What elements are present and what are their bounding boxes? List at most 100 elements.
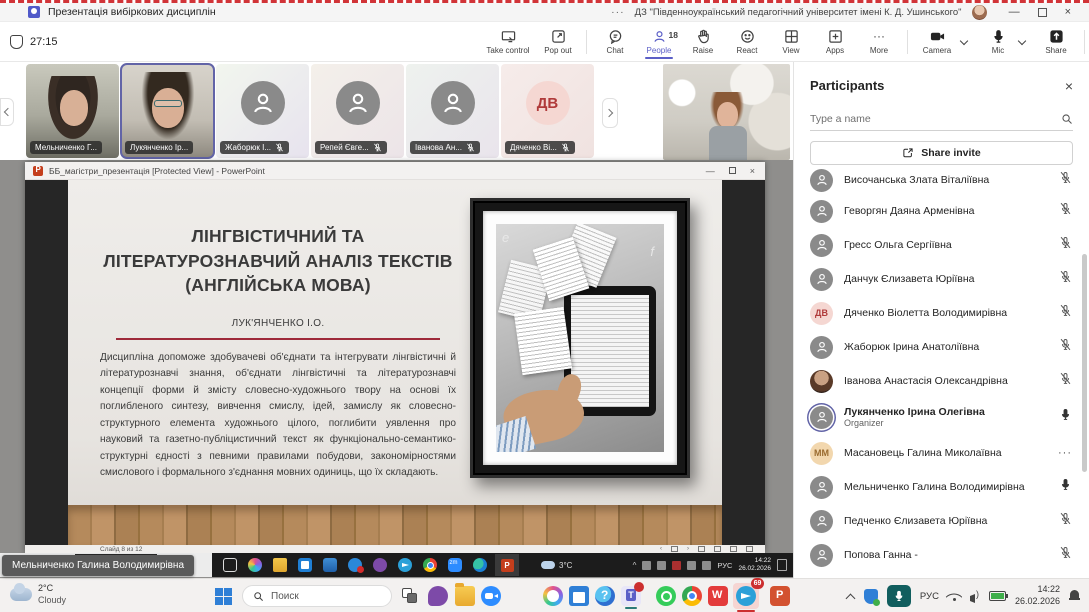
shared-store-icon[interactable] <box>298 558 312 572</box>
people-button[interactable]: People 18 <box>637 29 681 55</box>
video-tile-ivanova[interactable]: Іванова Ан... <box>406 64 499 158</box>
more-button[interactable]: ··· More <box>857 29 901 55</box>
participant-row[interactable]: ДВ Дяченко Віолетта Володимирівна <box>794 296 1089 330</box>
participant-row[interactable]: Мельниченко Галина Володимирівна <box>794 470 1089 504</box>
help-icon[interactable] <box>595 586 615 606</box>
security-shield-icon[interactable] <box>864 589 878 604</box>
participant-search[interactable] <box>810 113 1073 131</box>
next-slide-button[interactable]: › <box>687 546 689 552</box>
weather-widget[interactable]: 2°C Cloudy <box>10 583 66 606</box>
view-button[interactable]: View <box>769 29 813 55</box>
tray-mic-button[interactable] <box>887 585 911 607</box>
taskbar-search[interactable]: Поиск <box>242 585 392 607</box>
slide-sorter-button[interactable] <box>714 546 721 552</box>
mic-muted-icon[interactable] <box>1059 546 1072 564</box>
shared-viber-icon[interactable] <box>373 558 387 572</box>
window-close-button[interactable]: × <box>1065 6 1071 18</box>
mic-button[interactable]: Mic <box>978 29 1018 55</box>
shared-people-icon[interactable] <box>348 558 362 572</box>
participant-row[interactable]: ММ Масановець Галина Миколаївна ··· <box>794 436 1089 470</box>
share-button[interactable]: Share <box>1034 29 1078 55</box>
start-button[interactable] <box>215 588 232 605</box>
mic-muted-icon[interactable] <box>1059 270 1072 288</box>
shared-tray-icon[interactable] <box>657 561 666 570</box>
participant-row[interactable]: Жаборюк Ірина Анатоліївна <box>794 330 1089 364</box>
shared-clock[interactable]: 14:2226.02.2026 <box>738 557 771 573</box>
window-minimize-button[interactable]: — <box>1009 6 1020 18</box>
mic-on-icon[interactable] <box>1059 408 1072 426</box>
video-tile-diachenko[interactable]: ДВ Дяченко Ві... <box>501 64 594 158</box>
wifi-icon[interactable] <box>948 591 961 601</box>
shared-powerpoint-icon[interactable]: P <box>495 554 519 576</box>
chat-button[interactable]: Chat <box>593 29 637 55</box>
store-icon[interactable] <box>569 586 589 606</box>
mic-muted-icon[interactable] <box>1059 202 1072 220</box>
participant-row[interactable]: Височанська Злата Віталіївна <box>794 166 1089 194</box>
react-button[interactable]: React <box>725 29 769 55</box>
mic-muted-icon[interactable] <box>1059 372 1072 390</box>
camera-button[interactable]: Camera <box>914 29 960 55</box>
panel-scrollbar[interactable] <box>1082 254 1087 472</box>
participant-row[interactable]: Геворгян Даяна Арменівна <box>794 194 1089 228</box>
participant-row-organizer[interactable]: Лукянченко Ірина Олегівна Organizer <box>794 398 1089 436</box>
shared-copilot-icon[interactable] <box>248 558 262 572</box>
filmstrip-prev-button[interactable] <box>0 98 14 126</box>
take-control-button[interactable]: Take control <box>480 29 536 55</box>
ppt-minimize-button[interactable]: — <box>706 166 715 176</box>
shared-tray-icon[interactable] <box>702 561 711 570</box>
mic-muted-icon[interactable] <box>1059 304 1072 322</box>
task-view-button[interactable] <box>402 588 418 604</box>
participant-row[interactable]: Попова Ганна - <box>794 538 1089 572</box>
teams-icon[interactable] <box>621 586 641 606</box>
mic-muted-icon[interactable] <box>1059 338 1072 356</box>
ppt-maximize-button[interactable] <box>729 167 736 174</box>
mic-muted-icon[interactable] <box>1059 171 1072 189</box>
shared-tray-chevron[interactable]: ^ <box>633 561 637 570</box>
close-panel-button[interactable]: × <box>1065 79 1073 93</box>
shared-language-indicator[interactable]: РУС <box>717 561 732 570</box>
shared-chrome-icon[interactable] <box>423 558 437 572</box>
participant-row[interactable]: Данчук Єлизавета Юріївна <box>794 262 1089 296</box>
mic-muted-icon[interactable] <box>1059 512 1072 530</box>
reading-view-button[interactable] <box>730 546 737 552</box>
file-explorer-icon[interactable] <box>455 586 475 606</box>
mic-muted-icon[interactable] <box>1059 236 1072 254</box>
camera-options-chevron[interactable] <box>960 37 968 45</box>
video-tile-lukianchenko[interactable]: Лукянченко Ір... <box>121 64 214 158</box>
filmstrip-next-button[interactable] <box>602 98 618 128</box>
chrome-icon[interactable] <box>682 586 702 606</box>
shared-task-view-icon[interactable] <box>223 558 237 572</box>
shared-tray-icon[interactable] <box>672 561 681 570</box>
participant-row[interactable]: Педченко Єлизавета Юріївна <box>794 504 1089 538</box>
account-avatar[interactable] <box>972 5 987 20</box>
participant-row[interactable]: Іванова Анастасія Олександрівна <box>794 364 1089 398</box>
video-tile-zhaboriuk[interactable]: Жаборюк І... <box>216 64 309 158</box>
wps-icon[interactable] <box>708 586 728 606</box>
slide-nav-icon[interactable] <box>671 546 678 552</box>
participant-row[interactable]: Гресс Ольга Сергіївна <box>794 228 1089 262</box>
shared-edge-icon[interactable] <box>473 558 487 572</box>
shared-explorer-icon[interactable] <box>273 558 287 572</box>
participant-search-input[interactable] <box>810 113 1061 125</box>
battery-icon[interactable] <box>989 591 1006 601</box>
viber-icon[interactable] <box>428 586 448 606</box>
powerpoint-icon[interactable] <box>770 586 790 606</box>
clock[interactable]: 14:2226.02.2026 <box>1015 584 1060 607</box>
shared-tray-icon[interactable] <box>687 561 696 570</box>
participant-more-button[interactable]: ··· <box>1058 447 1072 459</box>
shared-screen[interactable]: ББ_магістри_презентація [Protected View]… <box>0 160 793 578</box>
notification-bell-icon[interactable] <box>1069 590 1081 602</box>
shared-telegram-icon[interactable] <box>398 558 412 572</box>
raise-hand-button[interactable]: Raise <box>681 29 725 55</box>
language-indicator[interactable]: РУС <box>920 591 939 602</box>
pop-out-button[interactable]: Pop out <box>536 29 580 55</box>
titlebar-more-button[interactable]: ··· <box>611 6 625 18</box>
shared-zoom-icon[interactable] <box>448 558 462 572</box>
ppt-close-button[interactable]: × <box>750 166 755 176</box>
video-tile-spotlight[interactable] <box>663 64 790 160</box>
video-tile-melnychenko[interactable]: Мельниченко Г... <box>26 64 119 158</box>
shared-mail-icon[interactable] <box>323 558 337 572</box>
share-invite-button[interactable]: Share invite <box>810 141 1073 165</box>
normal-view-button[interactable] <box>698 546 705 552</box>
mic-on-icon[interactable] <box>1059 478 1072 496</box>
